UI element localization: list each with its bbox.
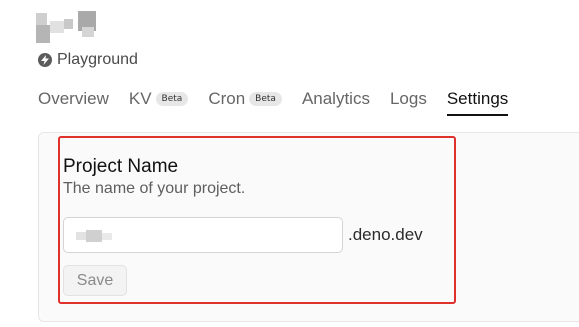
page: Playground Overview KV Beta Cron Beta An… — [0, 0, 579, 327]
tab-logs[interactable]: Logs — [390, 87, 427, 111]
tab-label: Settings — [446, 89, 509, 108]
tab-analytics[interactable]: Analytics — [302, 87, 370, 111]
project-name-title: Project Name — [63, 156, 179, 177]
tab-label: Analytics — [301, 89, 370, 108]
tab-label: KV — [128, 89, 152, 108]
tab-label: Cron — [208, 89, 246, 108]
project-name-blurred — [36, 11, 98, 47]
beta-badge: Beta — [155, 92, 189, 106]
save-button[interactable]: Save — [63, 265, 127, 296]
tab-settings[interactable]: Settings — [446, 87, 509, 116]
playground-label: Playground — [38, 50, 138, 70]
input-value-blurred — [76, 230, 114, 242]
project-name-field[interactable] — [63, 217, 343, 253]
tab-bar: Overview KV Beta Cron Beta Analytics Log… — [38, 86, 528, 116]
tab-label: Overview — [38, 89, 109, 108]
domain-suffix: .deno.dev — [348, 225, 423, 244]
project-name-description: The name of your project. — [63, 180, 246, 197]
tab-kv[interactable]: KV Beta — [128, 87, 189, 111]
bolt-icon — [38, 53, 52, 67]
tab-overview[interactable]: Overview — [38, 87, 109, 111]
beta-badge: Beta — [249, 92, 282, 106]
playground-text: Playground — [57, 51, 138, 68]
tab-label: Logs — [389, 89, 427, 108]
tab-cron[interactable]: Cron Beta — [208, 87, 282, 111]
